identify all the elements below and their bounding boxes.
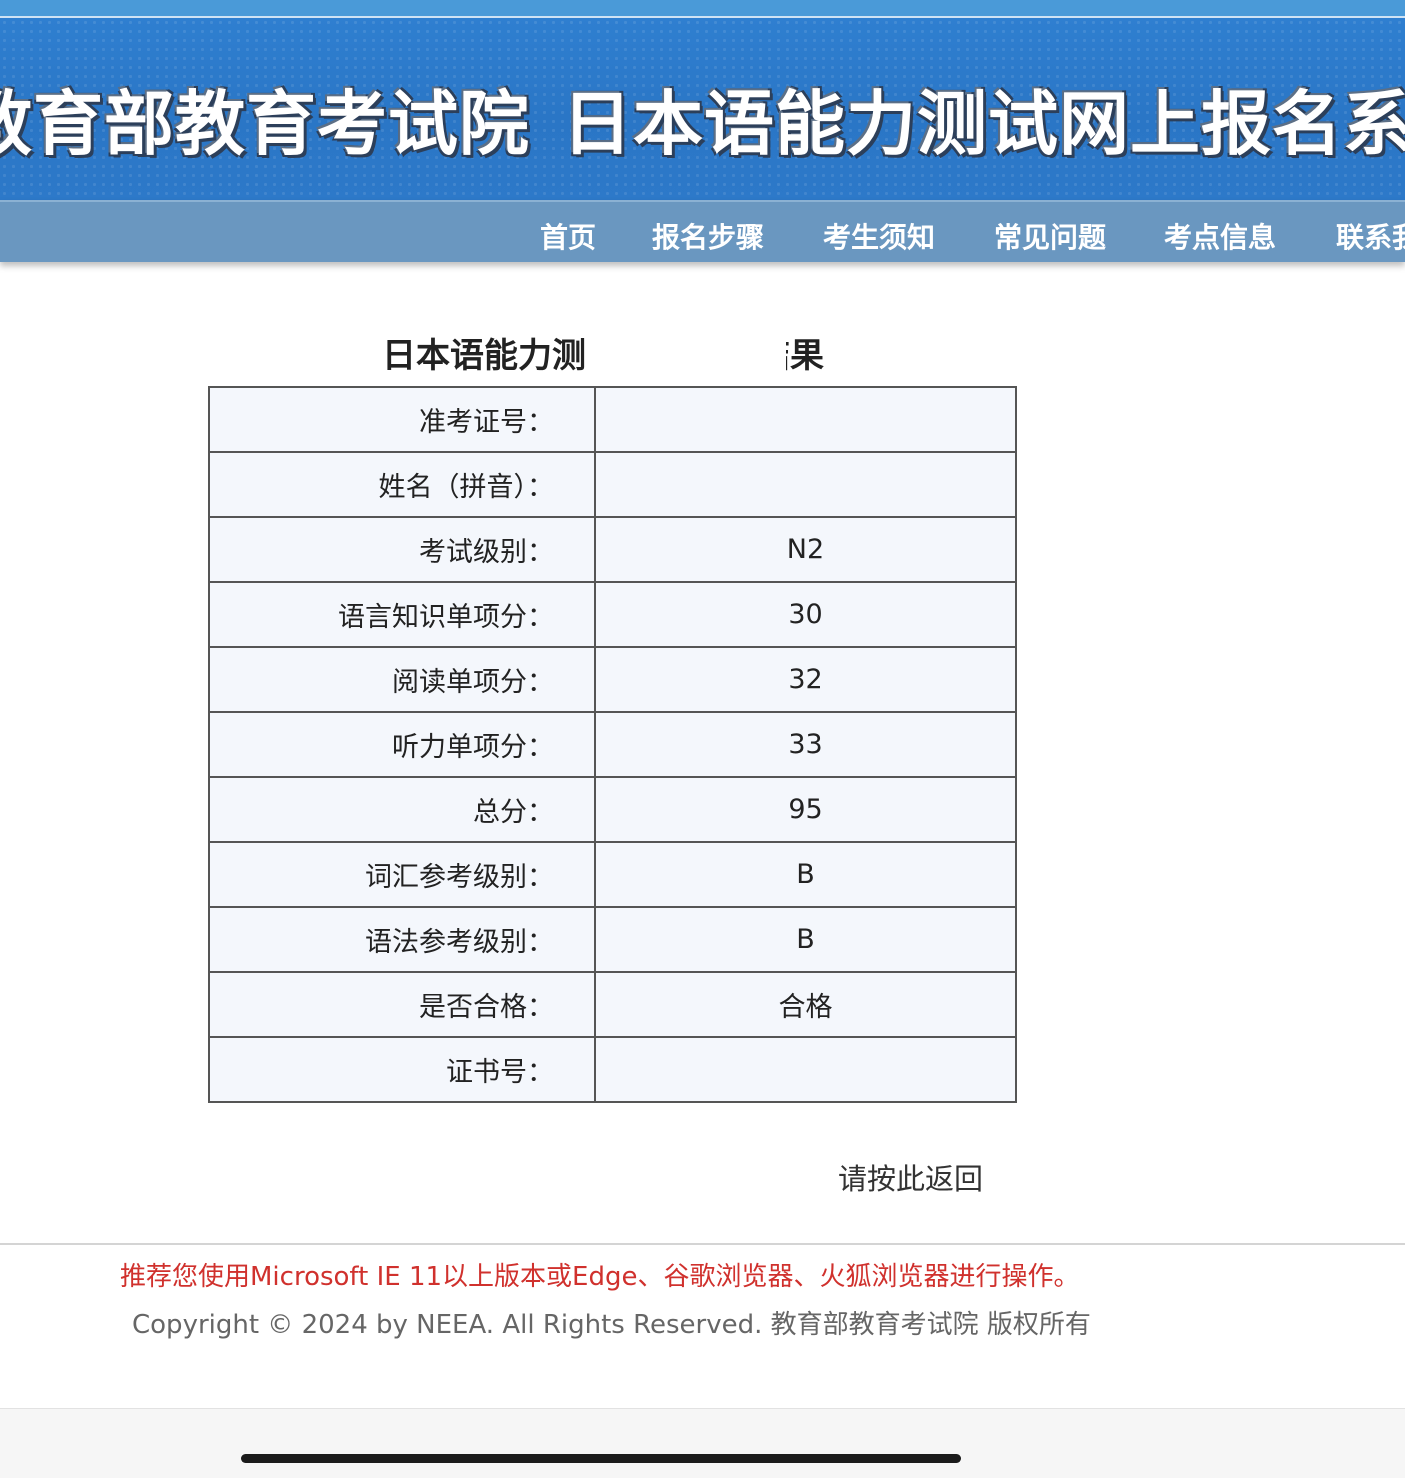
row-label: 语言知识单项分：	[208, 581, 596, 648]
row-label: 听力单项分：	[208, 711, 596, 778]
browser-bottom-bar	[0, 1408, 1405, 1478]
nav-candidate-notice[interactable]: 考生须知	[823, 216, 935, 256]
table-row: 总分： 95	[208, 776, 1017, 843]
table-row: 阅读单项分： 32	[208, 646, 1017, 713]
row-value: N2	[594, 516, 1017, 583]
row-value: 合格	[594, 971, 1017, 1038]
table-row: 听力单项分： 33	[208, 711, 1017, 778]
row-value	[594, 386, 1017, 453]
row-label: 语法参考级别：	[208, 906, 596, 973]
nav-faq[interactable]: 常见问题	[994, 216, 1106, 256]
header-banner: 教育部教育考试院 日本语能力测试网上报名系统	[0, 18, 1405, 200]
row-value	[594, 1036, 1017, 1103]
row-label: 姓名（拼音）：	[208, 451, 596, 518]
nav-test-centers[interactable]: 考点信息	[1164, 216, 1276, 256]
row-value: 33	[594, 711, 1017, 778]
system-title: 日本语能力测试网上报名系统	[562, 83, 1405, 165]
row-label: 考试级别：	[208, 516, 596, 583]
score-table: 准考证号： 姓名（拼音）： 考试级别： N2 语言知识单项分： 30 阅读单项分…	[208, 386, 1017, 1103]
row-value: 30	[594, 581, 1017, 648]
row-value: B	[594, 906, 1017, 973]
org-title: 教育部教育考试院	[0, 83, 530, 165]
redaction-overlay	[586, 334, 786, 372]
row-label: 阅读单项分：	[208, 646, 596, 713]
row-label: 总分：	[208, 776, 596, 843]
table-row: 语言知识单项分： 30	[208, 581, 1017, 648]
footer-divider	[0, 1243, 1405, 1245]
table-row: 姓名（拼音）：	[208, 451, 1017, 518]
table-row: 语法参考级别： B	[208, 906, 1017, 973]
table-row: 证书号：	[208, 1036, 1017, 1103]
row-label: 准考证号：	[208, 386, 596, 453]
row-label: 是否合格：	[208, 971, 596, 1038]
main-nav: 首页 报名步骤 考生须知 常见问题 考点信息 联系我	[0, 200, 1405, 262]
nav-registration-steps[interactable]: 报名步骤	[652, 216, 764, 256]
row-label: 证书号：	[208, 1036, 596, 1103]
table-row: 词汇参考级别： B	[208, 841, 1017, 908]
row-value	[594, 451, 1017, 518]
nav-home[interactable]: 首页	[540, 216, 596, 256]
row-value: 95	[594, 776, 1017, 843]
browser-recommendation: 推荐您使用Microsoft IE 11以上版本或Edge、谷歌浏览器、火狐浏览…	[120, 1262, 1080, 1292]
row-value: 32	[594, 646, 1017, 713]
back-link[interactable]: 请按此返回	[838, 1156, 983, 1198]
row-value: B	[594, 841, 1017, 908]
table-row: 是否合格： 合格	[208, 971, 1017, 1038]
nav-contact[interactable]: 联系我	[1336, 216, 1405, 256]
home-indicator[interactable]	[241, 1454, 961, 1463]
copyright-text: Copyright © 2024 by NEEA. All Rights Res…	[132, 1310, 1091, 1340]
row-label: 词汇参考级别：	[208, 841, 596, 908]
table-row: 考试级别： N2	[208, 516, 1017, 583]
top-border	[0, 0, 1405, 18]
table-row: 准考证号：	[208, 386, 1017, 453]
